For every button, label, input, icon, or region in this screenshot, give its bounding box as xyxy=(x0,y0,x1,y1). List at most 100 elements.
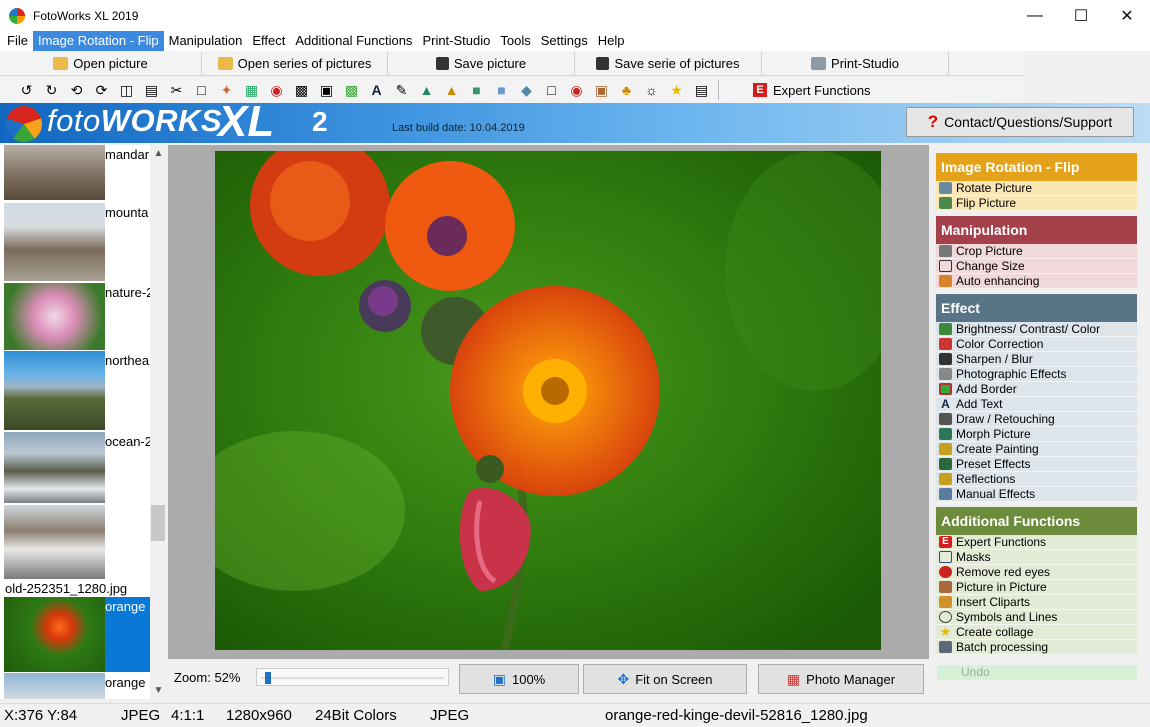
picture-in-picture-icon xyxy=(939,581,952,593)
auto-enhance-icon[interactable]: ✦ xyxy=(214,79,239,101)
panel-item-crop[interactable]: Crop Picture xyxy=(936,244,1137,259)
sharpen-icon[interactable]: ▩ xyxy=(289,79,314,101)
panel-item-batch[interactable]: Batch processing xyxy=(936,640,1137,655)
main-photo[interactable] xyxy=(215,151,881,650)
menu-effect[interactable]: Effect xyxy=(247,31,290,51)
scroll-up-icon[interactable]: ▲ xyxy=(150,145,167,162)
undo-button[interactable]: Undo xyxy=(937,665,1137,680)
rotate-right-icon[interactable]: ↻ xyxy=(39,79,64,101)
picture-in-picture-icon[interactable]: ▣ xyxy=(589,79,614,101)
save-picture-button[interactable]: Save picture xyxy=(388,51,575,75)
menu-bar: File Image Rotation - Flip Manipulation … xyxy=(0,31,1150,51)
print-studio-button[interactable]: Print-Studio xyxy=(762,51,949,75)
panel-item-preset-effects[interactable]: Preset Effects xyxy=(936,457,1137,472)
zoom-slider-knob[interactable] xyxy=(265,672,271,684)
flip-vertical-icon[interactable]: ▤ xyxy=(139,79,164,101)
list-item-selected[interactable]: orange xyxy=(4,597,152,672)
panel-item-color-correction[interactable]: Color Correction xyxy=(936,337,1137,352)
contact-support-button[interactable]: ? Contact/Questions/Support xyxy=(906,107,1134,137)
panel-item-reflections[interactable]: Reflections xyxy=(936,472,1137,487)
morph-icon[interactable]: ▲ xyxy=(414,79,439,101)
symbols-icon[interactable]: ☼ xyxy=(639,79,664,101)
panel-item-collage[interactable]: ★ Create collage xyxy=(936,625,1137,640)
panel-item-add-border[interactable]: Add Border xyxy=(936,382,1137,397)
panel-item-draw[interactable]: Draw / Retouching xyxy=(936,412,1137,427)
expert-functions-button[interactable]: E Expert Functions xyxy=(753,83,871,98)
rotate-ccw-icon[interactable]: ⟲ xyxy=(64,79,89,101)
panel-item-auto-enhance[interactable]: Auto enhancing xyxy=(936,274,1137,289)
panel-item-painting[interactable]: Create Painting xyxy=(936,442,1137,457)
scissors-icon[interactable]: ✂ xyxy=(164,79,189,101)
menu-print-studio[interactable]: Print-Studio xyxy=(417,31,495,51)
minimize-button[interactable]: — xyxy=(1012,0,1058,31)
batch-icon[interactable]: ▤ xyxy=(689,79,714,101)
thumbnail-list: mandar mounta nature-2 northea ocean-2 o… xyxy=(0,145,152,699)
open-picture-button[interactable]: Open picture xyxy=(0,51,202,75)
menu-help[interactable]: Help xyxy=(593,31,630,51)
panel-item-morph[interactable]: Morph Picture xyxy=(936,427,1137,442)
list-item[interactable]: ocean-2 xyxy=(4,432,152,503)
close-button[interactable]: ✕ xyxy=(1104,0,1150,31)
maximize-button[interactable]: ☐ xyxy=(1058,0,1104,31)
panel-item-picture-in-picture[interactable]: Picture in Picture xyxy=(936,580,1137,595)
scroll-down-icon[interactable]: ▼ xyxy=(150,682,167,699)
menu-settings[interactable]: Settings xyxy=(536,31,593,51)
panel-item-expert-functions[interactable]: E Expert Functions xyxy=(936,535,1137,550)
fit-on-screen-button[interactable]: ✥ Fit on Screen xyxy=(583,664,747,694)
menu-file[interactable]: File xyxy=(2,31,33,51)
rotate-left-icon[interactable]: ↺ xyxy=(14,79,39,101)
rotate-icon xyxy=(939,182,952,194)
list-item[interactable]: old-252351_1280.jpg xyxy=(4,505,152,596)
masks-icon[interactable]: □ xyxy=(539,79,564,101)
preset-effects-icon[interactable]: ■ xyxy=(464,79,489,101)
crop-icon[interactable]: □ xyxy=(189,79,214,101)
menu-image-rotation[interactable]: Image Rotation - Flip xyxy=(32,31,164,51)
border-icon[interactable]: ▩ xyxy=(339,79,364,101)
color-correction-icon[interactable]: ◉ xyxy=(264,79,289,101)
panel-item-masks[interactable]: Masks xyxy=(936,550,1137,565)
scroll-thumb[interactable] xyxy=(151,505,165,541)
cliparts-icon[interactable]: ♣ xyxy=(614,79,639,101)
color-correction-icon xyxy=(939,338,952,350)
thumbnail-image xyxy=(4,283,105,350)
menu-tools[interactable]: Tools xyxy=(495,31,535,51)
open-series-button[interactable]: Open series of pictures xyxy=(202,51,388,75)
manual-effects-icon[interactable]: ◆ xyxy=(514,79,539,101)
panel-item-symbols[interactable]: Symbols and Lines xyxy=(936,610,1137,625)
menu-additional-functions[interactable]: Additional Functions xyxy=(290,31,417,51)
list-item[interactable]: mounta xyxy=(4,203,152,281)
panel-item-brightness[interactable]: Brightness/ Contrast/ Color xyxy=(936,322,1137,337)
list-item[interactable]: mandar xyxy=(4,145,152,202)
text-icon[interactable]: A xyxy=(364,79,389,101)
panel-item-manual-effects[interactable]: Manual Effects xyxy=(936,487,1137,502)
panel-item-change-size[interactable]: Change Size xyxy=(936,259,1137,274)
flip-horizontal-icon[interactable]: ◫ xyxy=(114,79,139,101)
save-series-button[interactable]: Save serie of pictures xyxy=(575,51,762,75)
panel-item-rotate[interactable]: Rotate Picture xyxy=(936,181,1137,196)
draw-icon[interactable]: ✎ xyxy=(389,79,414,101)
red-eye-icon[interactable]: ◉ xyxy=(564,79,589,101)
panel-item-add-text[interactable]: A Add Text xyxy=(936,397,1137,412)
batch-icon xyxy=(939,641,952,653)
panel-item-sharpen[interactable]: Sharpen / Blur xyxy=(936,352,1137,367)
photo-effects-icon[interactable]: ▣ xyxy=(314,79,339,101)
brightness-icon[interactable]: ▦ xyxy=(239,79,264,101)
panel-item-cliparts[interactable]: Insert Cliparts xyxy=(936,595,1137,610)
status-filename: orange-red-kinge-devil-52816_1280.jpg xyxy=(605,707,868,724)
list-item[interactable]: orange xyxy=(4,673,152,699)
painting-icon[interactable]: ▲ xyxy=(439,79,464,101)
zoom-100-button[interactable]: ▣ 100% xyxy=(459,664,579,694)
panel-item-flip[interactable]: Flip Picture xyxy=(936,196,1137,211)
list-item[interactable]: northea xyxy=(4,351,152,430)
thumbnail-scrollbar[interactable]: ▲ ▼ xyxy=(150,145,167,699)
panel-item-photo-effects[interactable]: Photographic Effects xyxy=(936,367,1137,382)
collage-icon[interactable]: ★ xyxy=(664,79,689,101)
photo-manager-button[interactable]: ▦ Photo Manager xyxy=(758,664,924,694)
panel-item-red-eyes[interactable]: Remove red eyes xyxy=(936,565,1137,580)
list-item[interactable]: nature-2 xyxy=(4,283,152,350)
zoom-slider[interactable] xyxy=(256,668,449,686)
reflections-icon[interactable]: ■ xyxy=(489,79,514,101)
star-icon: ★ xyxy=(939,624,952,639)
rotate-cw-icon[interactable]: ⟳ xyxy=(89,79,114,101)
menu-manipulation[interactable]: Manipulation xyxy=(164,31,248,51)
